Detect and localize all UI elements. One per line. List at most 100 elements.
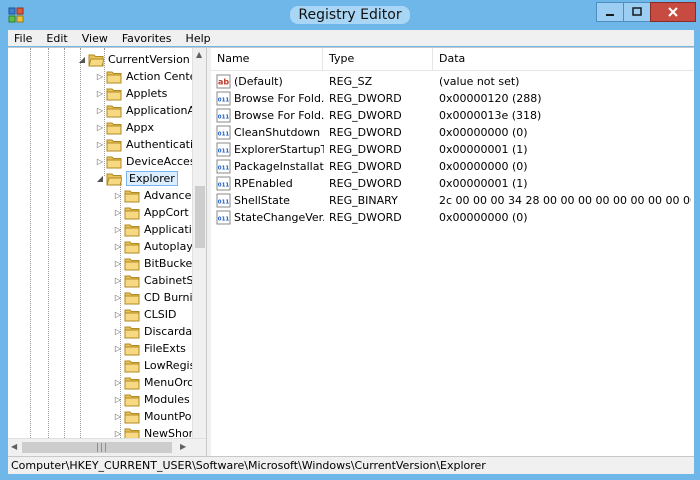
expand-arrow-icon[interactable]: ▷: [94, 140, 106, 149]
binary-value-icon: 011: [216, 108, 231, 123]
expand-arrow-icon[interactable]: ▷: [112, 412, 124, 421]
tree-item-label: Autoplay: [144, 240, 193, 253]
expand-arrow-icon[interactable]: ▷: [112, 208, 124, 217]
value-data: (value not set): [439, 75, 520, 88]
minimize-button[interactable]: [596, 2, 623, 22]
value-data: 0x00000000 (0): [439, 126, 528, 139]
expand-arrow-icon[interactable]: ▷: [112, 429, 124, 438]
svg-text:011: 011: [218, 183, 230, 189]
minimize-icon: [606, 14, 614, 16]
expand-arrow-icon[interactable]: ▷: [94, 157, 106, 166]
close-button[interactable]: [650, 2, 696, 22]
tree-item[interactable]: ▷ Modules: [112, 391, 190, 408]
menu-help[interactable]: Help: [180, 32, 219, 45]
value-row[interactable]: 011 ExplorerStartupT... REG_DWORD 0x0000000…: [211, 141, 694, 158]
tree-item[interactable]: ▷ ApplicationA: [94, 102, 195, 119]
folder-icon: [106, 156, 122, 168]
tree-item[interactable]: ▷ Applets: [94, 85, 167, 102]
menu-favorites[interactable]: Favorites: [116, 32, 180, 45]
expand-arrow-icon[interactable]: ▷: [112, 225, 124, 234]
tree-vertical-scroll-thumb[interactable]: [195, 186, 205, 248]
tree-item[interactable]: ▷ Discarda: [112, 323, 192, 340]
title-bar[interactable]: Registry Editor: [0, 0, 700, 30]
binary-value-icon: 011: [216, 193, 231, 208]
tree-horizontal-scroll-thumb[interactable]: |||: [22, 442, 172, 453]
open-folder-icon: [88, 54, 104, 66]
value-row[interactable]: 011 StateChangeVer... REG_DWORD 0x00000000 …: [211, 209, 694, 226]
tree-item[interactable]: ▷ MountPo: [112, 408, 191, 425]
tree-item[interactable]: ▷ Appx: [94, 119, 154, 136]
tree-item[interactable]: ▷ Advance: [112, 187, 191, 204]
value-row[interactable]: 011 Browse For Fold... REG_DWORD 0x00000120…: [211, 90, 694, 107]
tree-horizontal-scrollbar[interactable]: ◀ ||| ▶: [8, 438, 206, 456]
tree-item-label: DeviceAcces: [126, 155, 196, 168]
string-value-icon: ab: [216, 74, 231, 89]
expand-arrow-icon[interactable]: ▷: [94, 106, 106, 115]
expand-arrow-icon[interactable]: ▷: [112, 293, 124, 302]
value-row[interactable]: ab (Default) REG_SZ (value not set): [211, 73, 694, 90]
tree-item[interactable]: ▷ Authenticati: [94, 136, 193, 153]
value-row[interactable]: 011 Browse For Fold... REG_DWORD 0x0000013e…: [211, 107, 694, 124]
value-row[interactable]: 011 ShellState REG_BINARY 2c 00 00 00 34 28…: [211, 192, 694, 209]
tree-item[interactable]: ◢ Explorer: [94, 170, 178, 187]
expand-arrow-icon[interactable]: ▷: [112, 242, 124, 251]
menu-file[interactable]: File: [8, 32, 40, 45]
binary-value-icon: 011: [216, 159, 231, 174]
scroll-left-arrow-icon[interactable]: ◀: [11, 442, 17, 451]
tree-item[interactable]: ▷ CD Burni: [112, 289, 193, 306]
tree-item[interactable]: LowRegis: [112, 357, 195, 374]
tree-item[interactable]: ▷ DeviceAcces: [94, 153, 196, 170]
tree-item[interactable]: ▷ CLSID: [112, 306, 177, 323]
tree-guide-line: [30, 48, 31, 456]
expand-arrow-icon[interactable]: ▷: [112, 327, 124, 336]
expand-arrow-icon[interactable]: ▷: [112, 344, 124, 353]
tree-item[interactable]: ▷ Applicati: [112, 221, 192, 238]
expand-arrow-icon[interactable]: ▷: [94, 72, 106, 81]
window-title: Registry Editor: [290, 6, 410, 24]
tree-item-label: ApplicationA: [126, 104, 195, 117]
tree-item-label: Authenticati: [126, 138, 194, 151]
tree-item[interactable]: ▷ Action Cente: [94, 68, 196, 85]
tree-item[interactable]: ▷ Autoplay: [112, 238, 193, 255]
maximize-button[interactable]: [623, 2, 650, 22]
scroll-up-arrow-icon[interactable]: ▲: [196, 50, 202, 59]
expand-arrow-icon[interactable]: ▷: [112, 310, 124, 319]
column-header-data[interactable]: Data: [433, 48, 694, 70]
tree-item[interactable]: ◢ CurrentVersion: [76, 51, 190, 68]
value-data: 0x00000001 (1): [439, 143, 528, 156]
collapse-arrow-icon[interactable]: ◢: [76, 55, 88, 64]
folder-icon: [124, 241, 140, 253]
expand-arrow-icon[interactable]: ▷: [112, 276, 124, 285]
value-type: REG_DWORD: [329, 211, 402, 224]
tree-item[interactable]: ▷ FileExts: [112, 340, 186, 357]
menu-edit[interactable]: Edit: [40, 32, 75, 45]
expand-arrow-icon[interactable]: ▷: [94, 89, 106, 98]
tree-item-label: Discarda: [144, 325, 193, 338]
column-header-type[interactable]: Type: [323, 48, 433, 70]
folder-icon: [106, 71, 122, 83]
column-header-name[interactable]: Name: [211, 48, 323, 70]
tree-item[interactable]: ▷ BitBucke: [112, 255, 192, 272]
tree-item-label: CD Burni: [144, 291, 193, 304]
value-row[interactable]: 011 RPEnabled REG_DWORD 0x00000001 (1): [211, 175, 694, 192]
collapse-arrow-icon[interactable]: ◢: [94, 174, 106, 183]
registry-editor-window: Registry Editor File Edit View Favorites…: [0, 0, 700, 480]
value-row[interactable]: 011 PackageInstallat... REG_DWORD 0x0000000…: [211, 158, 694, 175]
open-folder-icon: [106, 173, 122, 185]
tree-item[interactable]: ▷ CabinetS: [112, 272, 194, 289]
expand-arrow-icon[interactable]: ▷: [112, 259, 124, 268]
value-type: REG_BINARY: [329, 194, 398, 207]
tree-vertical-scrollbar[interactable]: ▲: [192, 48, 206, 438]
expand-arrow-icon[interactable]: ▷: [112, 378, 124, 387]
expand-arrow-icon[interactable]: ▷: [112, 395, 124, 404]
expand-arrow-icon[interactable]: ▷: [112, 191, 124, 200]
value-data: 0x00000001 (1): [439, 177, 528, 190]
tree-item[interactable]: ▷ AppCort: [112, 204, 189, 221]
value-row[interactable]: 011 CleanShutdown REG_DWORD 0x00000000 (0): [211, 124, 694, 141]
tree-item[interactable]: ▷ MenuOrc: [112, 374, 193, 391]
expand-arrow-icon[interactable]: ▷: [94, 123, 106, 132]
maximize-icon: [632, 7, 642, 16]
scroll-right-arrow-icon[interactable]: ▶: [180, 442, 186, 451]
tree-item-label: Action Cente: [126, 70, 197, 83]
menu-view[interactable]: View: [76, 32, 116, 45]
